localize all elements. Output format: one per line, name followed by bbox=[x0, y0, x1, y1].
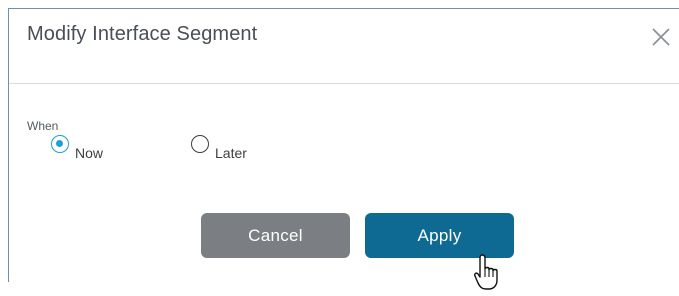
hand-pointer-icon bbox=[473, 253, 503, 291]
radio-selected-icon[interactable] bbox=[51, 135, 69, 153]
radio-later-label: Later bbox=[215, 145, 247, 161]
radio-later[interactable]: Later bbox=[191, 135, 247, 161]
apply-button[interactable]: Apply bbox=[365, 213, 514, 258]
radio-now[interactable]: Now bbox=[51, 135, 103, 161]
dialog-title: Modify Interface Segment bbox=[27, 23, 258, 45]
modify-interface-segment-dialog: Modify Interface Segment When Now Later … bbox=[8, 8, 679, 290]
when-label: When bbox=[27, 119, 59, 133]
radio-now-label: Now bbox=[75, 145, 104, 161]
cancel-button[interactable]: Cancel bbox=[201, 213, 350, 258]
close-icon[interactable] bbox=[649, 25, 673, 49]
radio-unselected-icon[interactable] bbox=[191, 135, 209, 153]
dialog-header: Modify Interface Segment bbox=[9, 9, 679, 84]
